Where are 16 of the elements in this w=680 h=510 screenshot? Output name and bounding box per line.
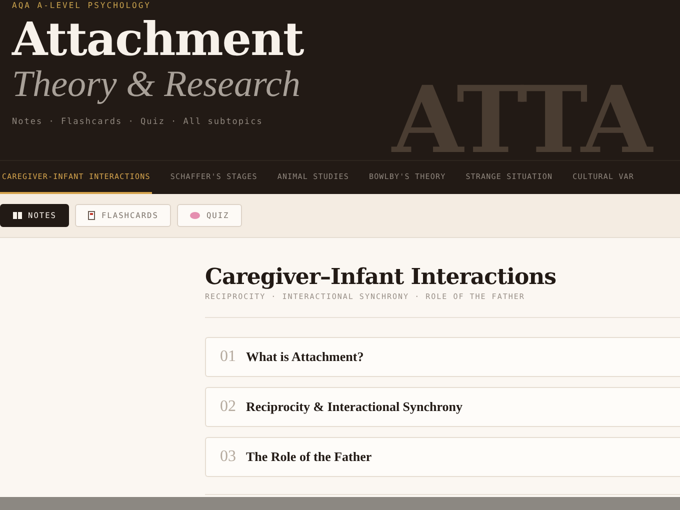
- card-number: 03: [220, 448, 236, 466]
- cards-icon: [88, 211, 96, 220]
- card-title: What is Attachment?: [246, 349, 364, 365]
- note-card[interactable]: 02 Reciprocity & Interactional Synchrony: [205, 387, 680, 427]
- section-title: Caregiver–Infant Interactions: [205, 264, 558, 290]
- card-number: 01: [220, 348, 236, 366]
- card-title: The Role of the Father: [246, 449, 372, 465]
- course-label: AQA A-LEVEL PSYCHOLOGY: [12, 1, 152, 11]
- card-title: Reciprocity & Interactional Synchrony: [246, 399, 463, 415]
- page-subtitle: Theory & Research: [12, 65, 302, 105]
- page-title: Attachment: [12, 13, 305, 65]
- note-card[interactable]: 03 The Role of the Father: [205, 437, 680, 477]
- book-icon: [13, 212, 22, 219]
- header-links: Notes · Flashcards · Quiz · All subtopics: [12, 117, 264, 127]
- note-card[interactable]: 01 What is Attachment?: [205, 337, 680, 377]
- card-number: 02: [220, 398, 236, 416]
